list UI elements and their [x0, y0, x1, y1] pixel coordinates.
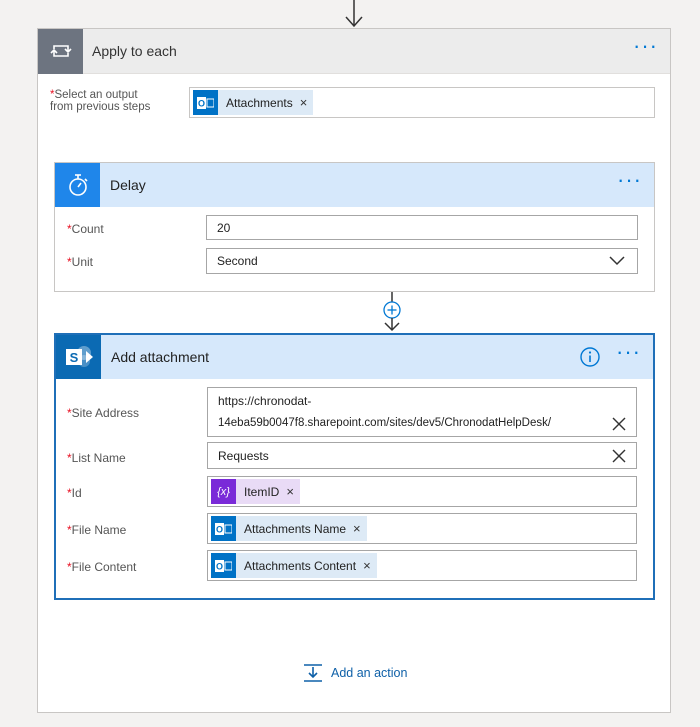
outlook-icon: O — [211, 516, 236, 541]
select-output-label: *Select an output from previous steps — [50, 89, 151, 113]
unit-label: *Unit — [67, 255, 94, 269]
add-attachment-title: Add attachment — [111, 349, 210, 365]
add-attachment-header[interactable]: S Add attachment ··· — [56, 335, 653, 379]
timer-icon — [55, 163, 100, 207]
attachments-name-token[interactable]: O Attachments Name × — [211, 516, 367, 541]
delay-title: Delay — [110, 177, 146, 193]
file-name-input[interactable]: O Attachments Name × — [207, 513, 637, 544]
file-content-input[interactable]: O Attachments Content × — [207, 550, 637, 581]
id-label: *Id — [67, 486, 82, 500]
add-an-action-label: Add an action — [331, 666, 408, 680]
remove-token-icon[interactable]: × — [300, 95, 308, 110]
remove-attachments-name-token-icon[interactable]: × — [353, 521, 361, 536]
count-input[interactable]: 20 — [206, 215, 638, 240]
file-name-label: *File Name — [67, 523, 127, 537]
svg-text:O: O — [216, 524, 223, 534]
site-address-input[interactable]: https://chronodat- 14eba59b0047f8.sharep… — [207, 387, 637, 437]
site-address-line2: 14eba59b0047f8.sharepoint.com/sites/dev5… — [218, 417, 552, 429]
svg-text:O: O — [198, 98, 205, 108]
attachments-token[interactable]: O Attachments × — [193, 90, 314, 115]
add-attachment-card: S Add attachment ··· *Site Address https… — [54, 333, 655, 600]
attachments-name-token-label: Attachments Name — [244, 521, 347, 536]
delay-more-icon[interactable]: ··· — [605, 169, 654, 191]
apply-to-each-more-icon[interactable]: ··· — [621, 35, 670, 57]
select-output-label-line2: from previous steps — [50, 101, 151, 113]
clear-list-name-icon[interactable] — [612, 449, 626, 463]
outlook-icon: O — [193, 90, 218, 115]
add-an-action-button[interactable]: Add an action — [303, 663, 407, 683]
attachments-token-label: Attachments — [226, 95, 293, 110]
add-action-icon — [304, 664, 322, 682]
site-address-line1: https://chronodat- — [218, 394, 312, 408]
apply-to-each-title: Apply to each — [92, 43, 177, 59]
outlook-icon: O — [211, 553, 236, 578]
svg-text:S: S — [69, 350, 78, 365]
id-input[interactable]: {x} ItemID × — [207, 476, 637, 507]
insert-step-connector[interactable] — [380, 292, 404, 333]
site-address-label: *Site Address — [67, 406, 140, 420]
list-name-input[interactable]: Requests — [207, 442, 637, 469]
clear-site-address-icon[interactable] — [612, 417, 626, 431]
add-attachment-more-icon[interactable]: ··· — [604, 341, 653, 363]
itemid-token-label: ItemID — [244, 484, 280, 499]
list-name-value: Requests — [218, 448, 269, 463]
flow-arrow-down-icon — [345, 0, 363, 28]
remove-itemid-token-icon[interactable]: × — [286, 484, 294, 499]
svg-text:O: O — [216, 561, 223, 571]
attachments-content-token-label: Attachments Content — [244, 558, 357, 573]
select-output-label-line1: Select an output — [54, 89, 138, 101]
delay-card: Delay ··· *Count 20 *Unit Second — [54, 162, 655, 292]
list-name-label: *List Name — [67, 451, 126, 465]
info-icon[interactable] — [580, 347, 600, 367]
file-content-label: *File Content — [67, 560, 137, 574]
attachments-content-token[interactable]: O Attachments Content × — [211, 553, 377, 578]
chevron-down-icon — [609, 256, 625, 266]
unit-select[interactable]: Second — [206, 248, 638, 274]
select-output-input[interactable]: O Attachments × — [189, 87, 655, 118]
remove-attachments-content-token-icon[interactable]: × — [363, 558, 371, 573]
apply-to-each-card: Apply to each ··· *Select an output from… — [37, 28, 671, 713]
count-label: *Count — [67, 222, 104, 236]
delay-header[interactable]: Delay ··· — [55, 163, 654, 207]
apply-to-each-header[interactable]: Apply to each ··· — [38, 28, 670, 74]
loop-icon — [38, 28, 83, 74]
variable-icon: {x} — [211, 479, 236, 504]
sharepoint-icon: S — [56, 335, 101, 379]
itemid-token[interactable]: {x} ItemID × — [211, 479, 300, 504]
unit-select-value: Second — [217, 254, 258, 268]
